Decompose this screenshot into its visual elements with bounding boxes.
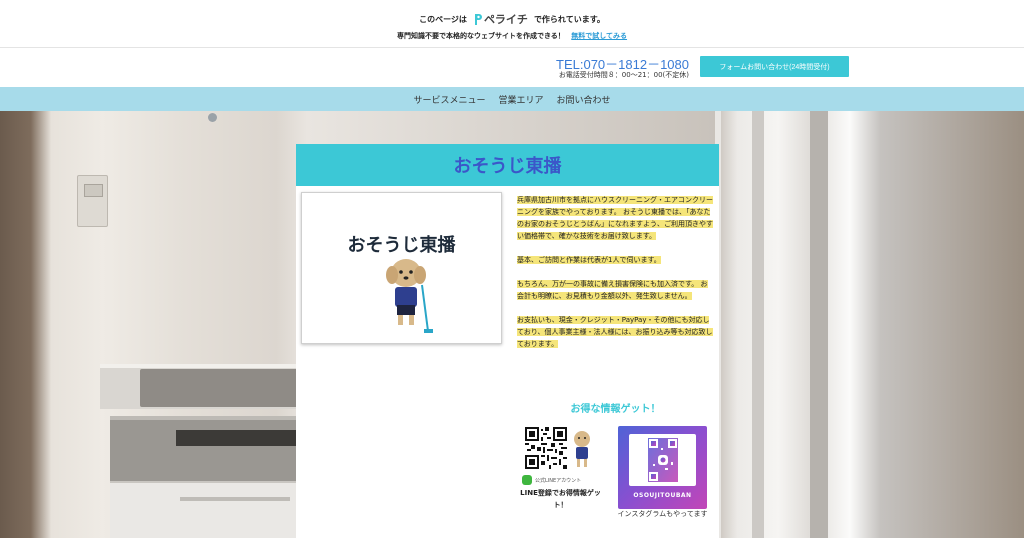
- wall-control-panel: [77, 175, 108, 227]
- promo-suffix: で作られています。: [533, 14, 605, 24]
- title-bar: おそうじ東播: [296, 144, 719, 186]
- oven: [110, 416, 300, 481]
- line-caption: LINE登録でお得情報ゲット！: [520, 489, 601, 509]
- company-description: 兵庫県加古川市を拠点にハウスクリーニング・エアコンクリーニングを家族でやっており…: [517, 194, 714, 362]
- free-trial-link[interactable]: 無料で試してみる: [571, 32, 627, 40]
- description-paragraph: お支払いも、現金・クレジット・PayPay・その他にも対応しており、個人事業主様…: [517, 314, 714, 350]
- window-mullion-2: [810, 111, 828, 538]
- page-title: おそうじ東播: [453, 156, 562, 177]
- promo-tagline: 専門知識不要で本格的なウェブサイトを作成できる！: [396, 32, 565, 40]
- mini-mascot-icon: [574, 431, 590, 467]
- peraichi-brand: ペライチ: [483, 13, 528, 26]
- line-account: 公式LINEアカウント: [522, 475, 602, 485]
- instagram-qr-code: [629, 434, 696, 486]
- nav-item-contact[interactable]: お問い合わせ: [557, 93, 611, 106]
- cooktop: [140, 369, 300, 407]
- line-qr-code-icon: [525, 427, 567, 469]
- main-nav: サービスメニュー 営業エリア お問い合わせ: [0, 87, 1024, 111]
- instagram-handle: OSOUJITOUBAN: [633, 492, 692, 499]
- promo-bar: このページは ペライチ で作られています。 専門知識不要で本格的なウェブサイトを…: [0, 0, 1024, 48]
- line-account-label: 公式LINEアカウント: [535, 477, 582, 484]
- description-paragraph: 基本、ご訪問と作業は代表が1人で伺います。: [517, 254, 714, 266]
- description-text: もちろん、万が一の事故に備え損害保険にも加入済です。 お会計も明瞭に、お見積もり…: [517, 280, 708, 300]
- description-text: 兵庫県加古川市を拠点にハウスクリーニング・エアコンクリーニングを家族でやっており…: [517, 196, 713, 240]
- description-paragraph: もちろん、万が一の事故に備え損害保険にも加入済です。 お会計も明瞭に、お見積もり…: [517, 278, 714, 302]
- phone-hours: お電話受付時間８：00〜21：00(不定休): [558, 71, 689, 79]
- line-qr-card[interactable]: [522, 427, 597, 471]
- logo-text: おそうじ東播: [347, 235, 456, 256]
- instagram-caption: インスタグラムもやってます: [617, 510, 708, 518]
- promo-line2: 専門知識不要で本格的なウェブサイトを作成できる！ 無料で試してみる: [0, 31, 1024, 41]
- window-frame: [715, 111, 863, 538]
- description-text: 基本、ご訪問と作業は代表が1人で伺います。: [517, 256, 661, 264]
- deal-heading: お得な情報ゲット！: [570, 404, 661, 415]
- promo-prefix: このページは: [419, 14, 467, 24]
- line-logo-icon: [522, 475, 532, 485]
- nav-item-service-area[interactable]: 営業エリア: [498, 93, 543, 106]
- mascot-dog-icon: [386, 259, 433, 333]
- company-logo-image: おそうじ東播: [301, 192, 502, 344]
- instagram-qr-card[interactable]: OSOUJITOUBAN: [618, 426, 707, 509]
- site-header: TEL:070－1812－1080 お電話受付時間８：00〜21：00(不定休)…: [0, 49, 1024, 87]
- window-mullion: [752, 111, 764, 538]
- main-panel: おそうじ東播 おそうじ東播 兵庫県加古川市を拠点にハウスクリーニング・エアコンク…: [296, 144, 719, 538]
- instagram-qr-icon: [648, 438, 678, 482]
- wall-sensor: [208, 113, 217, 122]
- description-text: お支払いも、現金・クレジット・PayPay・その他にも対応しており、個人事業主様…: [517, 316, 713, 348]
- kitchen-drawer: [110, 481, 300, 538]
- peraichi-logo[interactable]: ペライチ: [473, 11, 528, 27]
- peraichi-logo-icon: [473, 13, 482, 26]
- nav-item-service-menu[interactable]: サービスメニュー: [413, 93, 485, 106]
- contact-form-button[interactable]: フォームお問い合わせ(24時間受付): [700, 56, 849, 77]
- description-paragraph: 兵庫県加古川市を拠点にハウスクリーニング・エアコンクリーニングを家族でやっており…: [517, 194, 714, 242]
- promo-line1: このページは ペライチ で作られています。: [0, 11, 1024, 27]
